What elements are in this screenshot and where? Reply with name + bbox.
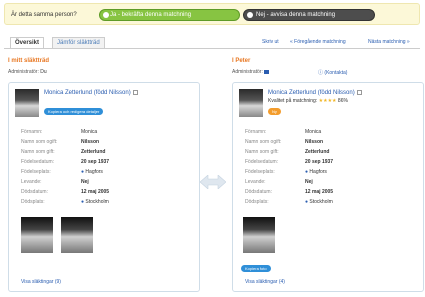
field-label: Namn som gift: [245, 149, 279, 155]
field-value-text: Stockholm [85, 199, 109, 205]
field-label: Namn som ogift: [245, 139, 282, 145]
profile-icon [356, 90, 362, 95]
field-label: Förnamn: [245, 129, 267, 135]
location-pin-icon: ● [81, 169, 85, 175]
field-label: Födelsedatum: [21, 159, 55, 165]
tab-jamfor-slakttrad[interactable]: Jämför släktträd [52, 37, 105, 48]
field-label: Dödsdatum: [21, 189, 48, 195]
match-quality-label: Kvalitet på matchning: [268, 98, 318, 104]
compare-arrows-icon [200, 175, 226, 189]
right-admin-label: Administratör: [232, 69, 263, 75]
field-value: Nej [305, 179, 313, 185]
show-relatives-link[interactable]: Visa släktingar (9) [21, 279, 61, 285]
match-question: Är detta samma person? [11, 12, 77, 18]
confirm-match-button[interactable]: Ja - bekräfta denna matchning [99, 9, 240, 21]
field-label: Födelseplats: [21, 169, 51, 175]
new-badge: Ny [268, 108, 281, 115]
field-label: Födelseplats: [245, 169, 275, 175]
field-value: 20 sep 1937 [305, 159, 334, 165]
field-value: Monica [305, 129, 322, 135]
print-link[interactable]: Skriv ut [262, 39, 279, 45]
left-admin: Administratör: Du [8, 69, 47, 75]
left-person-card: Monica Zetterlund (född Nilsson) Kopiera… [8, 82, 200, 292]
field-value: Nej [81, 179, 89, 185]
field-label: Namn som gift: [21, 149, 55, 155]
next-match-link[interactable]: Nästa matchning » [368, 39, 410, 45]
field-value: 20 sep 1937 [81, 159, 110, 165]
flag-icon [264, 69, 270, 74]
left-admin-value: Du [40, 69, 47, 75]
profile-photo[interactable] [239, 89, 263, 117]
profile-photo[interactable] [15, 89, 39, 117]
reject-match-button[interactable]: Nej - avvisa denna matchning [243, 9, 375, 21]
field-value-text: Stockholm [309, 199, 333, 205]
match-quality-percent: 86% [337, 98, 348, 104]
left-person-name-text: Monica Zetterlund (född Nilsson) [44, 90, 131, 97]
right-person-name-text: Monica Zetterlund (född Nilsson) [268, 90, 355, 97]
edit-details-button[interactable]: Kopiera och redigera detaljer [44, 108, 104, 115]
location-pin-icon: ● [305, 199, 309, 205]
close-icon [247, 12, 253, 18]
field-value: 12 maj 2005 [305, 189, 334, 195]
location-pin-icon: ● [81, 199, 85, 205]
field-label: Levande: [21, 179, 42, 185]
field-label: Dödsdatum: [245, 189, 272, 195]
match-quality: Kvalitet på matchning: ★★★★ 86% [268, 98, 348, 104]
field-value: Nilsson [305, 139, 324, 145]
left-admin-label: Administratör: [8, 69, 39, 75]
star-icon: ★ [332, 98, 337, 104]
field-value: 12 maj 2005 [81, 189, 110, 195]
field-label: Födelsedatum: [245, 159, 279, 165]
field-value: ● Stockholm [305, 199, 333, 205]
field-label: Dödsplats: [21, 199, 45, 205]
check-icon [103, 12, 109, 18]
contact-link-text: (Kontakta) [324, 70, 348, 76]
match-question-bar: Är detta samma person? Ja - bekräfta den… [4, 3, 420, 25]
field-value-text: Hagfors [85, 169, 103, 175]
photo-thumbnail[interactable] [243, 217, 275, 253]
profile-icon [132, 90, 138, 95]
field-label: Levande: [245, 179, 266, 185]
photo-thumbnail[interactable] [61, 217, 93, 253]
field-value: Nilsson [81, 139, 100, 145]
tab-divider [4, 48, 420, 49]
previous-match-link[interactable]: « Föregående matchning [290, 39, 346, 45]
location-pin-icon: ● [305, 169, 309, 175]
left-section-title: I mitt släktträd [8, 58, 50, 64]
field-value: Monica [81, 129, 98, 135]
right-person-card: Monica Zetterlund (född Nilsson) Kvalite… [232, 82, 424, 292]
field-value: Zetterlund [81, 149, 106, 155]
right-person-name[interactable]: Monica Zetterlund (född Nilsson) [268, 90, 362, 96]
left-person-name[interactable]: Monica Zetterlund (född Nilsson) [44, 90, 138, 96]
field-label: Förnamn: [21, 129, 43, 135]
show-relatives-link[interactable]: Visa släktingar (4) [245, 279, 285, 285]
contact-link[interactable]: ⓘ (Kontakta) [318, 69, 347, 76]
reject-match-label: Nej - avvisa denna matchning [256, 12, 336, 18]
right-section-title: I Peter [232, 58, 251, 64]
info-icon: ⓘ [318, 70, 324, 76]
confirm-match-label: Ja - bekräfta denna matchning [110, 12, 192, 18]
photo-thumbnail[interactable] [21, 217, 53, 253]
field-label: Dödsplats: [245, 199, 269, 205]
field-value: ● Hagfors [81, 169, 103, 175]
field-value-text: Hagfors [309, 169, 327, 175]
field-value: ● Stockholm [81, 199, 109, 205]
field-value: ● Hagfors [305, 169, 327, 175]
copy-photo-button[interactable]: Kopiera foto [241, 265, 271, 272]
right-admin: Administratör: [232, 69, 270, 75]
field-label: Namn som ogift: [21, 139, 58, 145]
field-value: Zetterlund [305, 149, 330, 155]
